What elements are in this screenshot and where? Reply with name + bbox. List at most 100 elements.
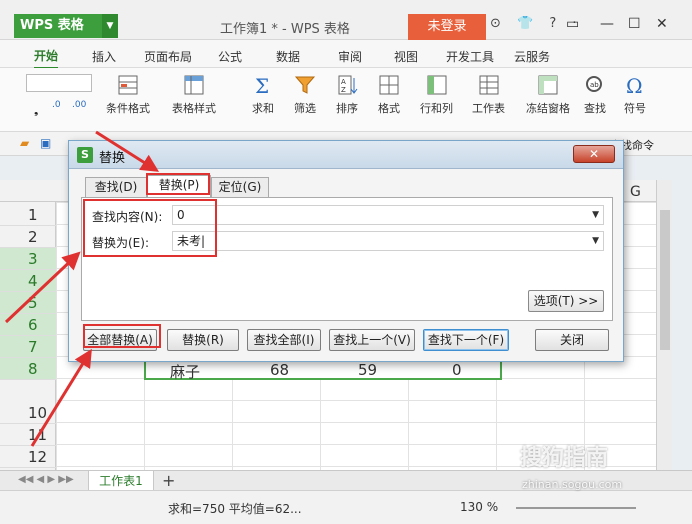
document-title: 工作簿1 * - WPS 表格 <box>220 22 350 37</box>
add-sheet-button[interactable]: + <box>162 471 175 490</box>
row-header[interactable]: 8 <box>0 358 56 380</box>
tab-developer[interactable]: 开发工具 <box>446 48 494 65</box>
rows-columns-button[interactable]: 行和列 <box>420 74 453 116</box>
chevron-down-icon[interactable]: ▼ <box>102 14 118 38</box>
format-icon <box>379 75 399 95</box>
increase-decimal-button[interactable]: .0 <box>52 100 61 110</box>
tab-goto[interactable]: 定位(G) <box>211 177 269 197</box>
watermark-brand: 搜狗指南 <box>520 446 609 471</box>
find-icon: ab <box>586 76 602 92</box>
save-icon[interactable]: ▣ <box>40 136 51 150</box>
row-header[interactable]: 6 <box>0 314 56 336</box>
dialog-title-bar[interactable]: S 替换 ✕ <box>69 141 623 169</box>
maximize-icon[interactable]: ☐ <box>628 16 641 32</box>
worksheet-icon <box>479 75 498 95</box>
close-icon[interactable]: ✕ <box>656 16 668 32</box>
open-folder-icon[interactable]: ▰ <box>20 136 29 150</box>
cell-name[interactable]: 麻子 <box>170 361 200 382</box>
menu-bar: 开始 插入 页面布局 公式 数据 审阅 视图 开发工具 云服务 <box>0 40 692 69</box>
tab-insert[interactable]: 插入 <box>92 48 116 65</box>
zoom-slider[interactable] <box>516 507 636 509</box>
find-label: 查找 <box>584 102 606 115</box>
replace-panel: 查找内容(N): 0 ▼ 替换为(E): 未考| ▼ 选项(T) >> <box>81 197 613 321</box>
filter-button[interactable]: 筛选 <box>294 74 316 116</box>
filter-icon <box>294 76 316 94</box>
login-button[interactable]: 未登录 <box>408 14 486 40</box>
dialog-close-icon[interactable]: ✕ <box>573 145 615 163</box>
tab-data[interactable]: 数据 <box>276 48 300 65</box>
row-header[interactable]: 3 <box>0 248 56 270</box>
svg-text:Σ: Σ <box>255 74 269 96</box>
zoom-level[interactable]: 130 % <box>460 500 498 514</box>
worksheet-button[interactable]: 工作表 <box>472 74 505 116</box>
row-header[interactable]: 1 <box>0 204 56 226</box>
font-size-select[interactable] <box>26 74 92 92</box>
chevron-down-icon[interactable]: ▼ <box>592 206 599 224</box>
scroll-thumb[interactable] <box>660 210 670 350</box>
find-next-button[interactable]: 查找下一个(F) <box>423 329 509 351</box>
find-all-button[interactable]: 查找全部(I) <box>247 329 321 351</box>
minimize-icon[interactable]: — <box>600 16 614 32</box>
options-button[interactable]: 选项(T) >> <box>528 290 604 312</box>
table-style-icon <box>184 75 204 95</box>
row-header[interactable]: 4 <box>0 270 56 292</box>
chevron-down-icon[interactable]: ▼ <box>592 232 599 250</box>
row-header[interactable]: 10 <box>0 402 56 424</box>
symbol-button[interactable]: Ω 符号 <box>624 74 646 116</box>
tab-find[interactable]: 查找(D) <box>85 177 147 197</box>
tab-formulas[interactable]: 公式 <box>218 48 242 65</box>
cell-score-3[interactable]: 0 <box>452 361 462 379</box>
tab-page-layout[interactable]: 页面布局 <box>144 48 192 65</box>
rows-columns-label: 行和列 <box>420 102 453 115</box>
wps-s-icon: S <box>77 147 93 163</box>
find-previous-button[interactable]: 查找上一个(V) <box>329 329 415 351</box>
decrease-decimal-button[interactable]: .00 <box>72 100 86 110</box>
find-button[interactable]: ab 查找 <box>584 74 606 116</box>
wps-app-menu[interactable]: WPS 表格 ▼ <box>14 14 118 38</box>
status-bar: 求和=750 平均值=62... 130 % <box>0 490 692 524</box>
row-header[interactable]: 5 <box>0 292 56 314</box>
row-header[interactable]: 2 <box>0 226 56 248</box>
tab-review[interactable]: 审阅 <box>338 48 362 65</box>
tab-view[interactable]: 视图 <box>394 48 418 65</box>
omega-icon: Ω <box>626 74 643 96</box>
tab-cloud[interactable]: 云服务 <box>514 48 550 65</box>
vertical-scrollbar[interactable] <box>656 180 672 470</box>
sigma-icon: Σ <box>255 74 269 96</box>
title-bar: WPS 表格 ▼ 工作簿1 * - WPS 表格 未登录 ⊙ 👕 ? · ▭ —… <box>0 0 692 40</box>
replace-with-label: 替换为(E): <box>92 236 149 250</box>
tab-home[interactable]: 开始 <box>34 47 59 69</box>
close-button[interactable]: 关闭 <box>535 329 609 351</box>
table-style-button[interactable]: 表格样式 <box>172 74 216 116</box>
comma-style-icon[interactable]: ❟ <box>34 104 38 118</box>
find-what-input[interactable]: 0 ▼ <box>172 205 604 225</box>
conditional-format-icon <box>118 75 138 95</box>
restore-icon[interactable]: ▭ <box>566 16 579 32</box>
autosum-label: 求和 <box>252 102 274 115</box>
tab-replace[interactable]: 替换(P) <box>147 175 211 198</box>
freeze-panes-button[interactable]: 冻结窗格 <box>526 74 570 116</box>
column-header-g[interactable]: G <box>630 184 641 200</box>
watermark-url: zhinan.sogou.com <box>522 478 623 491</box>
conditional-format-button[interactable]: 条件格式 <box>106 74 150 116</box>
replace-with-input[interactable]: 未考| ▼ <box>172 231 604 251</box>
replace-dialog: S 替换 ✕ 查找(D) 替换(P) 定位(G) 查找内容(N): 0 ▼ 替换… <box>68 140 624 362</box>
replace-all-button[interactable]: 全部替换(A) <box>83 329 157 351</box>
cell-score-2[interactable]: 59 <box>358 361 377 379</box>
worksheet-label: 工作表 <box>472 102 505 115</box>
freeze-panes-icon <box>538 75 558 95</box>
row-header[interactable]: 11 <box>0 424 56 446</box>
sheet-tab-1[interactable]: 工作表1 <box>88 471 154 491</box>
cell-score-1[interactable]: 68 <box>270 361 289 379</box>
format-button[interactable]: 格式 <box>378 74 400 116</box>
dialog-title: 替换 <box>99 151 126 166</box>
find-what-label: 查找内容(N): <box>92 210 163 224</box>
autosum-button[interactable]: Σ 求和 <box>252 74 274 116</box>
sort-label: 排序 <box>336 102 358 115</box>
status-summary: 求和=750 平均值=62... <box>168 502 302 516</box>
replace-button[interactable]: 替换(R) <box>167 329 239 351</box>
row-header[interactable]: 12 <box>0 446 56 468</box>
sheet-nav-icon[interactable]: ◀◀ ◀ ▶ ▶▶ <box>18 474 74 485</box>
row-header[interactable]: 7 <box>0 336 56 358</box>
sort-button[interactable]: AZ 排序 <box>336 74 358 116</box>
